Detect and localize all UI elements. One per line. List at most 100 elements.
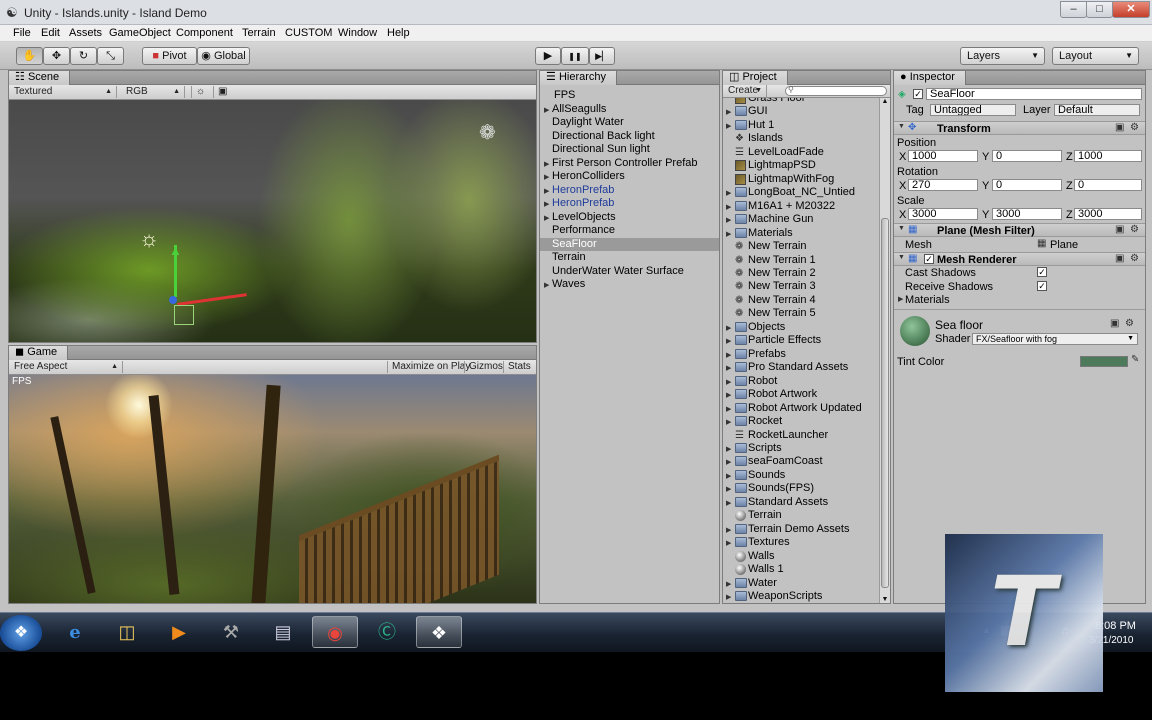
menu-help[interactable]: Help	[387, 27, 410, 39]
project-item[interactable]: ▶ M16A1 + M20322	[723, 200, 878, 213]
maximize-button[interactable]: □	[1086, 1, 1113, 18]
project-item[interactable]: Walls 1	[723, 563, 878, 576]
foldout-arrow-icon[interactable]: ▶	[726, 228, 731, 241]
taskbar-camtasia[interactable]: Ⓒ	[364, 616, 410, 648]
menu-gameobject[interactable]: GameObject	[109, 27, 171, 39]
gear-icon[interactable]: ⚙	[1125, 318, 1134, 329]
material-preview-sphere[interactable]	[900, 316, 930, 346]
project-item[interactable]: ▶ Water	[723, 577, 878, 590]
project-item[interactable]: ❁ New Terrain	[723, 240, 878, 253]
shader-dropdown[interactable]: FX/Seafloor with fog ▼	[972, 333, 1138, 345]
transform-header[interactable]: ▼ ✥ Transform ▣ ⚙	[894, 121, 1145, 135]
foldout-arrow-icon[interactable]: ▶	[726, 456, 731, 469]
gear-icon[interactable]: ⚙	[1130, 253, 1139, 264]
tab-scene[interactable]: ☷ Scene	[9, 71, 71, 85]
game-viewport[interactable]: FPS	[9, 375, 536, 603]
project-item[interactable]: ▶ WeaponScripts	[723, 590, 878, 603]
foldout-arrow-icon[interactable]: ▶	[726, 106, 731, 119]
help-icon[interactable]: ▣	[1115, 122, 1124, 133]
object-name-field[interactable]: SeaFloor	[926, 88, 1142, 100]
project-item[interactable]: ❁ New Terrain 3	[723, 280, 878, 293]
project-item[interactable]: ▶ Sounds	[723, 469, 878, 482]
start-button[interactable]: ❖	[0, 615, 42, 651]
project-item[interactable]: ▶ Objects	[723, 321, 878, 334]
cast-shadows-checkbox[interactable]: ✓	[1037, 267, 1047, 277]
active-checkbox[interactable]: ✓	[913, 89, 923, 99]
foldout-arrow-icon[interactable]: ▶	[726, 578, 731, 591]
scene-overlay-toggle[interactable]: ▣	[213, 86, 231, 98]
menu-window[interactable]: Window	[338, 27, 377, 39]
project-item[interactable]: LightmapPSD	[723, 159, 878, 172]
scene-viewport[interactable]: ☼ ▲ ❁	[9, 100, 536, 342]
project-item[interactable]: ▶ Hut 1	[723, 119, 878, 132]
minimize-button[interactable]: –	[1060, 1, 1087, 18]
gear-icon[interactable]: ⚙	[1130, 122, 1139, 133]
project-item[interactable]: ▶ Robot	[723, 375, 878, 388]
foldout-arrow-icon[interactable]: ▶	[726, 201, 731, 214]
rotation-y-field[interactable]: 0	[992, 179, 1062, 191]
foldout-arrow-icon[interactable]: ▶	[726, 591, 731, 603]
project-item[interactable]: ▶ Pro Standard Assets	[723, 361, 878, 374]
project-item[interactable]: ▶ Sounds(FPS)	[723, 482, 878, 495]
foldout-arrow-icon[interactable]: ▶	[544, 171, 549, 184]
project-scrollbar[interactable]: ▲ ▼	[879, 98, 890, 603]
hand-tool-button[interactable]: ✋	[16, 47, 43, 65]
project-item[interactable]: ▶ Terrain Demo Assets	[723, 523, 878, 536]
foldout-arrow-icon[interactable]: ▶	[726, 389, 731, 402]
foldout-arrow-icon[interactable]: ▶	[544, 279, 549, 292]
project-item[interactable]: ▶ Machine Gun	[723, 213, 878, 226]
taskbar-explorer[interactable]: ◫	[104, 616, 150, 648]
project-item[interactable]: ❖ Islands	[723, 132, 878, 145]
gizmos-toggle[interactable]: Gizmos	[464, 361, 507, 373]
hierarchy-item[interactable]: UnderWater Water Surface	[540, 265, 719, 278]
position-z-field[interactable]: 1000	[1074, 150, 1142, 162]
foldout-arrow-icon[interactable]: ▶	[544, 104, 549, 117]
gear-icon[interactable]: ⚙	[1130, 224, 1139, 235]
scale-x-field[interactable]: 3000	[908, 208, 978, 220]
foldout-arrow-icon[interactable]: ▶	[726, 524, 731, 537]
hierarchy-item[interactable]: ▶ HeronPrefab	[540, 197, 719, 210]
z-axis-handle[interactable]	[169, 296, 177, 304]
foldout-arrow-icon[interactable]: ▶	[726, 537, 731, 550]
project-item[interactable]: ▶ Standard Assets	[723, 496, 878, 509]
foldout-arrow-icon[interactable]: ▶	[544, 198, 549, 211]
foldout-arrow-icon[interactable]: ▶	[726, 187, 731, 200]
project-item[interactable]: ☰ RocketLauncher	[723, 429, 878, 442]
layers-dropdown[interactable]: Layers ▼	[960, 47, 1045, 65]
project-search-input[interactable]: ⚲	[785, 85, 887, 96]
foldout-arrow-icon[interactable]: ▶	[726, 483, 731, 496]
menu-assets[interactable]: Assets	[69, 27, 102, 39]
hierarchy-item[interactable]: ▶ HeronPrefab	[540, 184, 719, 197]
rotation-x-field[interactable]: 270	[908, 179, 978, 191]
project-item[interactable]: ▶ Rocket	[723, 415, 878, 428]
aspect-dropdown[interactable]: Free Aspect ▲	[9, 361, 123, 373]
scroll-up-icon[interactable]: ▲	[880, 98, 890, 105]
mesh-renderer-header[interactable]: ▼ ▦ ✓ Mesh Renderer ▣ ⚙	[894, 252, 1145, 266]
help-icon[interactable]: ▣	[1115, 224, 1124, 235]
menu-edit[interactable]: Edit	[41, 27, 60, 39]
menu-component[interactable]: Component	[176, 27, 233, 39]
help-icon[interactable]: ▣	[1115, 253, 1124, 264]
rotation-z-field[interactable]: 0	[1074, 179, 1142, 191]
tab-hierarchy[interactable]: ☰ Hierarchy	[540, 71, 618, 85]
position-x-field[interactable]: 1000	[908, 150, 978, 162]
project-item[interactable]: ▶ seaFoamCoast	[723, 455, 878, 468]
maximize-on-play-toggle[interactable]: Maximize on Play	[387, 361, 474, 373]
scale-tool-button[interactable]: ⤡	[97, 47, 124, 65]
foldout-arrow-icon[interactable]: ▶	[726, 362, 731, 375]
project-item[interactable]: ▶ Particle Effects	[723, 334, 878, 347]
hierarchy-item[interactable]: ▶ HeronColliders	[540, 170, 719, 183]
project-item[interactable]: ▶ Robot Artwork Updated	[723, 402, 878, 415]
project-item[interactable]: ▶ Materials	[723, 227, 878, 240]
mesh-value[interactable]: Plane	[1050, 239, 1078, 251]
project-item[interactable]: Grass Floor	[723, 98, 878, 105]
color-mode-dropdown[interactable]: RGB ▲	[121, 86, 185, 98]
mesh-filter-header[interactable]: ▼ ▦ Plane (Mesh Filter) ▣ ⚙	[894, 223, 1145, 237]
foldout-arrow-icon[interactable]: ▶	[726, 403, 731, 416]
taskbar-media-player[interactable]: ▶	[156, 616, 202, 648]
create-dropdown[interactable]: Create ▼	[723, 85, 767, 97]
foldout-arrow-icon[interactable]: ▶	[726, 416, 731, 429]
project-item[interactable]: Walls	[723, 550, 878, 563]
hierarchy-item[interactable]: SeaFloor	[540, 237, 719, 251]
foldout-arrow-icon[interactable]: ▶	[726, 376, 731, 389]
